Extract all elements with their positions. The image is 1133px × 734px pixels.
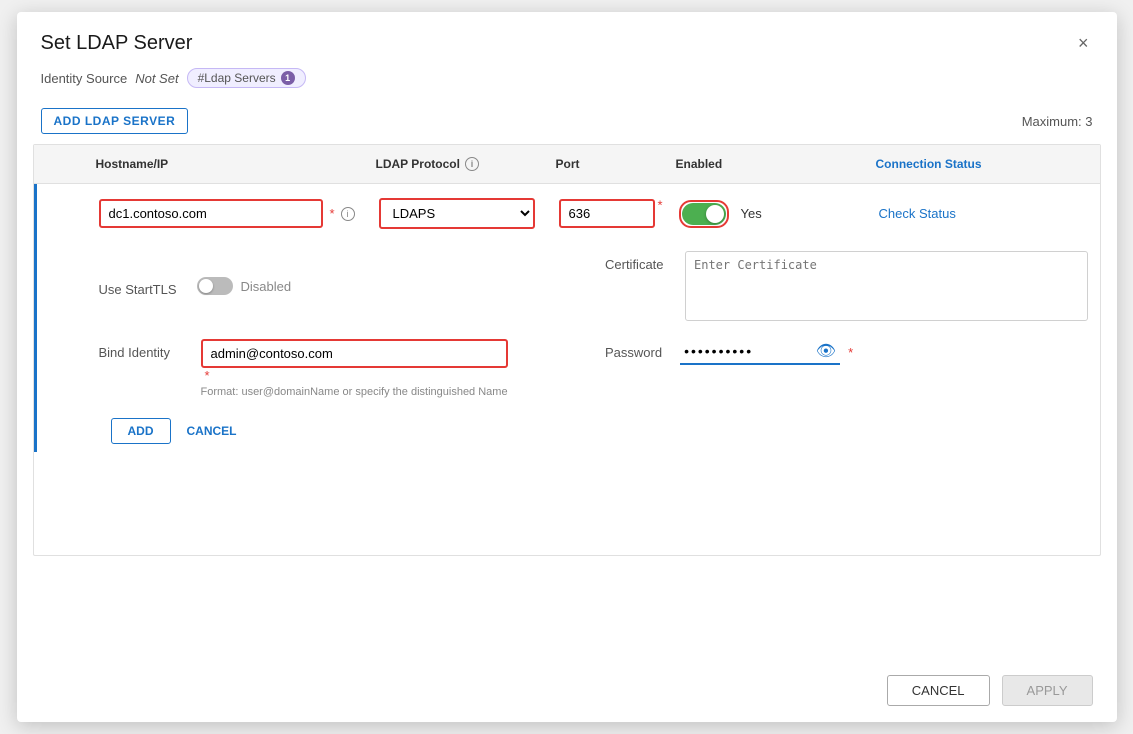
row-actions: ADD CANCEL — [37, 410, 1100, 452]
protocol-info-icon[interactable]: i — [465, 157, 479, 171]
identity-source-status: Not Set — [135, 71, 178, 86]
password-field-row: Password 👁 * — [605, 339, 1088, 365]
port-required: * — [657, 198, 662, 213]
check-status-link[interactable]: Check Status — [879, 206, 956, 221]
th-connection-status: Connection Status — [864, 153, 1100, 175]
starttls-cert-row: Use StartTLS Disabled Certificate — [37, 243, 1100, 331]
enabled-toggle[interactable] — [682, 203, 726, 225]
bind-password-row: Bind Identity * Format: user@domainName … — [37, 331, 1100, 410]
set-ldap-dialog: Set LDAP Server × Identity Source Not Se… — [17, 12, 1117, 722]
protocol-select[interactable]: LDAP LDAPS — [379, 198, 535, 229]
th-hostname: Hostname/IP — [84, 153, 364, 175]
th-port: Port — [544, 153, 664, 175]
close-button[interactable]: × — [1074, 30, 1093, 56]
add-button[interactable]: ADD — [111, 418, 171, 444]
bind-format-hint: Format: user@domainName or specify the d… — [201, 386, 508, 398]
dialog-title: Set LDAP Server — [41, 32, 193, 55]
table-row: * i LDAP LDAPS * — [34, 184, 1100, 452]
starttls-section: Use StartTLS Disabled — [87, 247, 594, 325]
hostname-required: * — [329, 206, 334, 221]
bind-identity-input-wrap: * Format: user@domainName or specify the… — [201, 339, 508, 398]
show-password-icon[interactable]: 👁 — [812, 341, 840, 361]
cancel-row-button[interactable]: CANCEL — [183, 418, 241, 444]
port-wrap: * — [559, 199, 655, 228]
dialog-header: Set LDAP Server × — [17, 12, 1117, 64]
bind-identity-input[interactable] — [201, 339, 508, 368]
enabled-toggle-container — [679, 200, 729, 228]
hostname-input[interactable] — [99, 199, 324, 228]
port-cell: * — [547, 195, 667, 232]
starttls-knob — [199, 279, 213, 293]
footer-cancel-button[interactable]: CANCEL — [887, 675, 990, 706]
password-input-wrap: 👁 — [680, 339, 840, 365]
tag-count: 1 — [281, 71, 295, 85]
th-empty — [34, 153, 84, 175]
enabled-cell: Yes — [667, 196, 867, 232]
bind-identity-label: Bind Identity — [99, 339, 189, 360]
starttls-status: Disabled — [241, 279, 292, 294]
toolbar: ADD LDAP SERVER Maximum: 3 — [17, 100, 1117, 144]
enabled-toggle-wrap: Yes — [679, 200, 855, 228]
row-spacer — [37, 247, 87, 325]
hostname-info-icon[interactable]: i — [341, 207, 355, 221]
check-status-cell: Check Status — [867, 202, 1100, 225]
starttls-label: Use StartTLS — [99, 276, 189, 297]
hostname-cell: * i — [87, 195, 367, 232]
toggle-knob — [706, 205, 724, 223]
certificate-label: Certificate — [605, 251, 685, 272]
port-input[interactable] — [559, 199, 655, 228]
password-input[interactable] — [680, 339, 812, 363]
footer-apply-button: APPLY — [1002, 675, 1093, 706]
th-protocol: LDAP Protocol i — [364, 153, 544, 175]
hostname-wrap: * i — [99, 199, 355, 228]
bind-identity-section: Bind Identity * Format: user@domainName … — [87, 335, 594, 402]
add-ldap-server-button[interactable]: ADD LDAP SERVER — [41, 108, 189, 134]
tag-label: #Ldap Servers — [198, 71, 276, 85]
content-spacer — [17, 556, 1117, 659]
ldap-table: Hostname/IP LDAP Protocol i Port Enabled… — [33, 144, 1101, 556]
ldap-servers-tag[interactable]: #Ldap Servers 1 — [187, 68, 306, 88]
row-main: * i LDAP LDAPS * — [37, 184, 1100, 243]
enabled-toggle-label: Yes — [741, 206, 762, 221]
table-header: Hostname/IP LDAP Protocol i Port Enabled… — [34, 145, 1100, 184]
th-enabled: Enabled — [664, 153, 864, 175]
dialog-subtitle: Identity Source Not Set #Ldap Servers 1 — [17, 64, 1117, 100]
protocol-cell: LDAP LDAPS — [367, 194, 547, 233]
password-section: Password 👁 * — [593, 335, 1100, 369]
max-label: Maximum: 3 — [1022, 114, 1093, 129]
starttls-toggle[interactable] — [197, 277, 233, 295]
password-required: * — [848, 345, 853, 360]
certificate-textarea[interactable] — [685, 251, 1088, 321]
identity-source-label: Identity Source — [41, 71, 128, 86]
certificate-section: Certificate — [593, 247, 1100, 325]
dialog-footer: CANCEL APPLY — [17, 659, 1117, 722]
bind-required: * — [205, 368, 508, 383]
row-selector — [37, 210, 87, 218]
bind-identity-field-row: Bind Identity * Format: user@domainName … — [99, 339, 582, 398]
password-label: Password — [605, 345, 672, 360]
